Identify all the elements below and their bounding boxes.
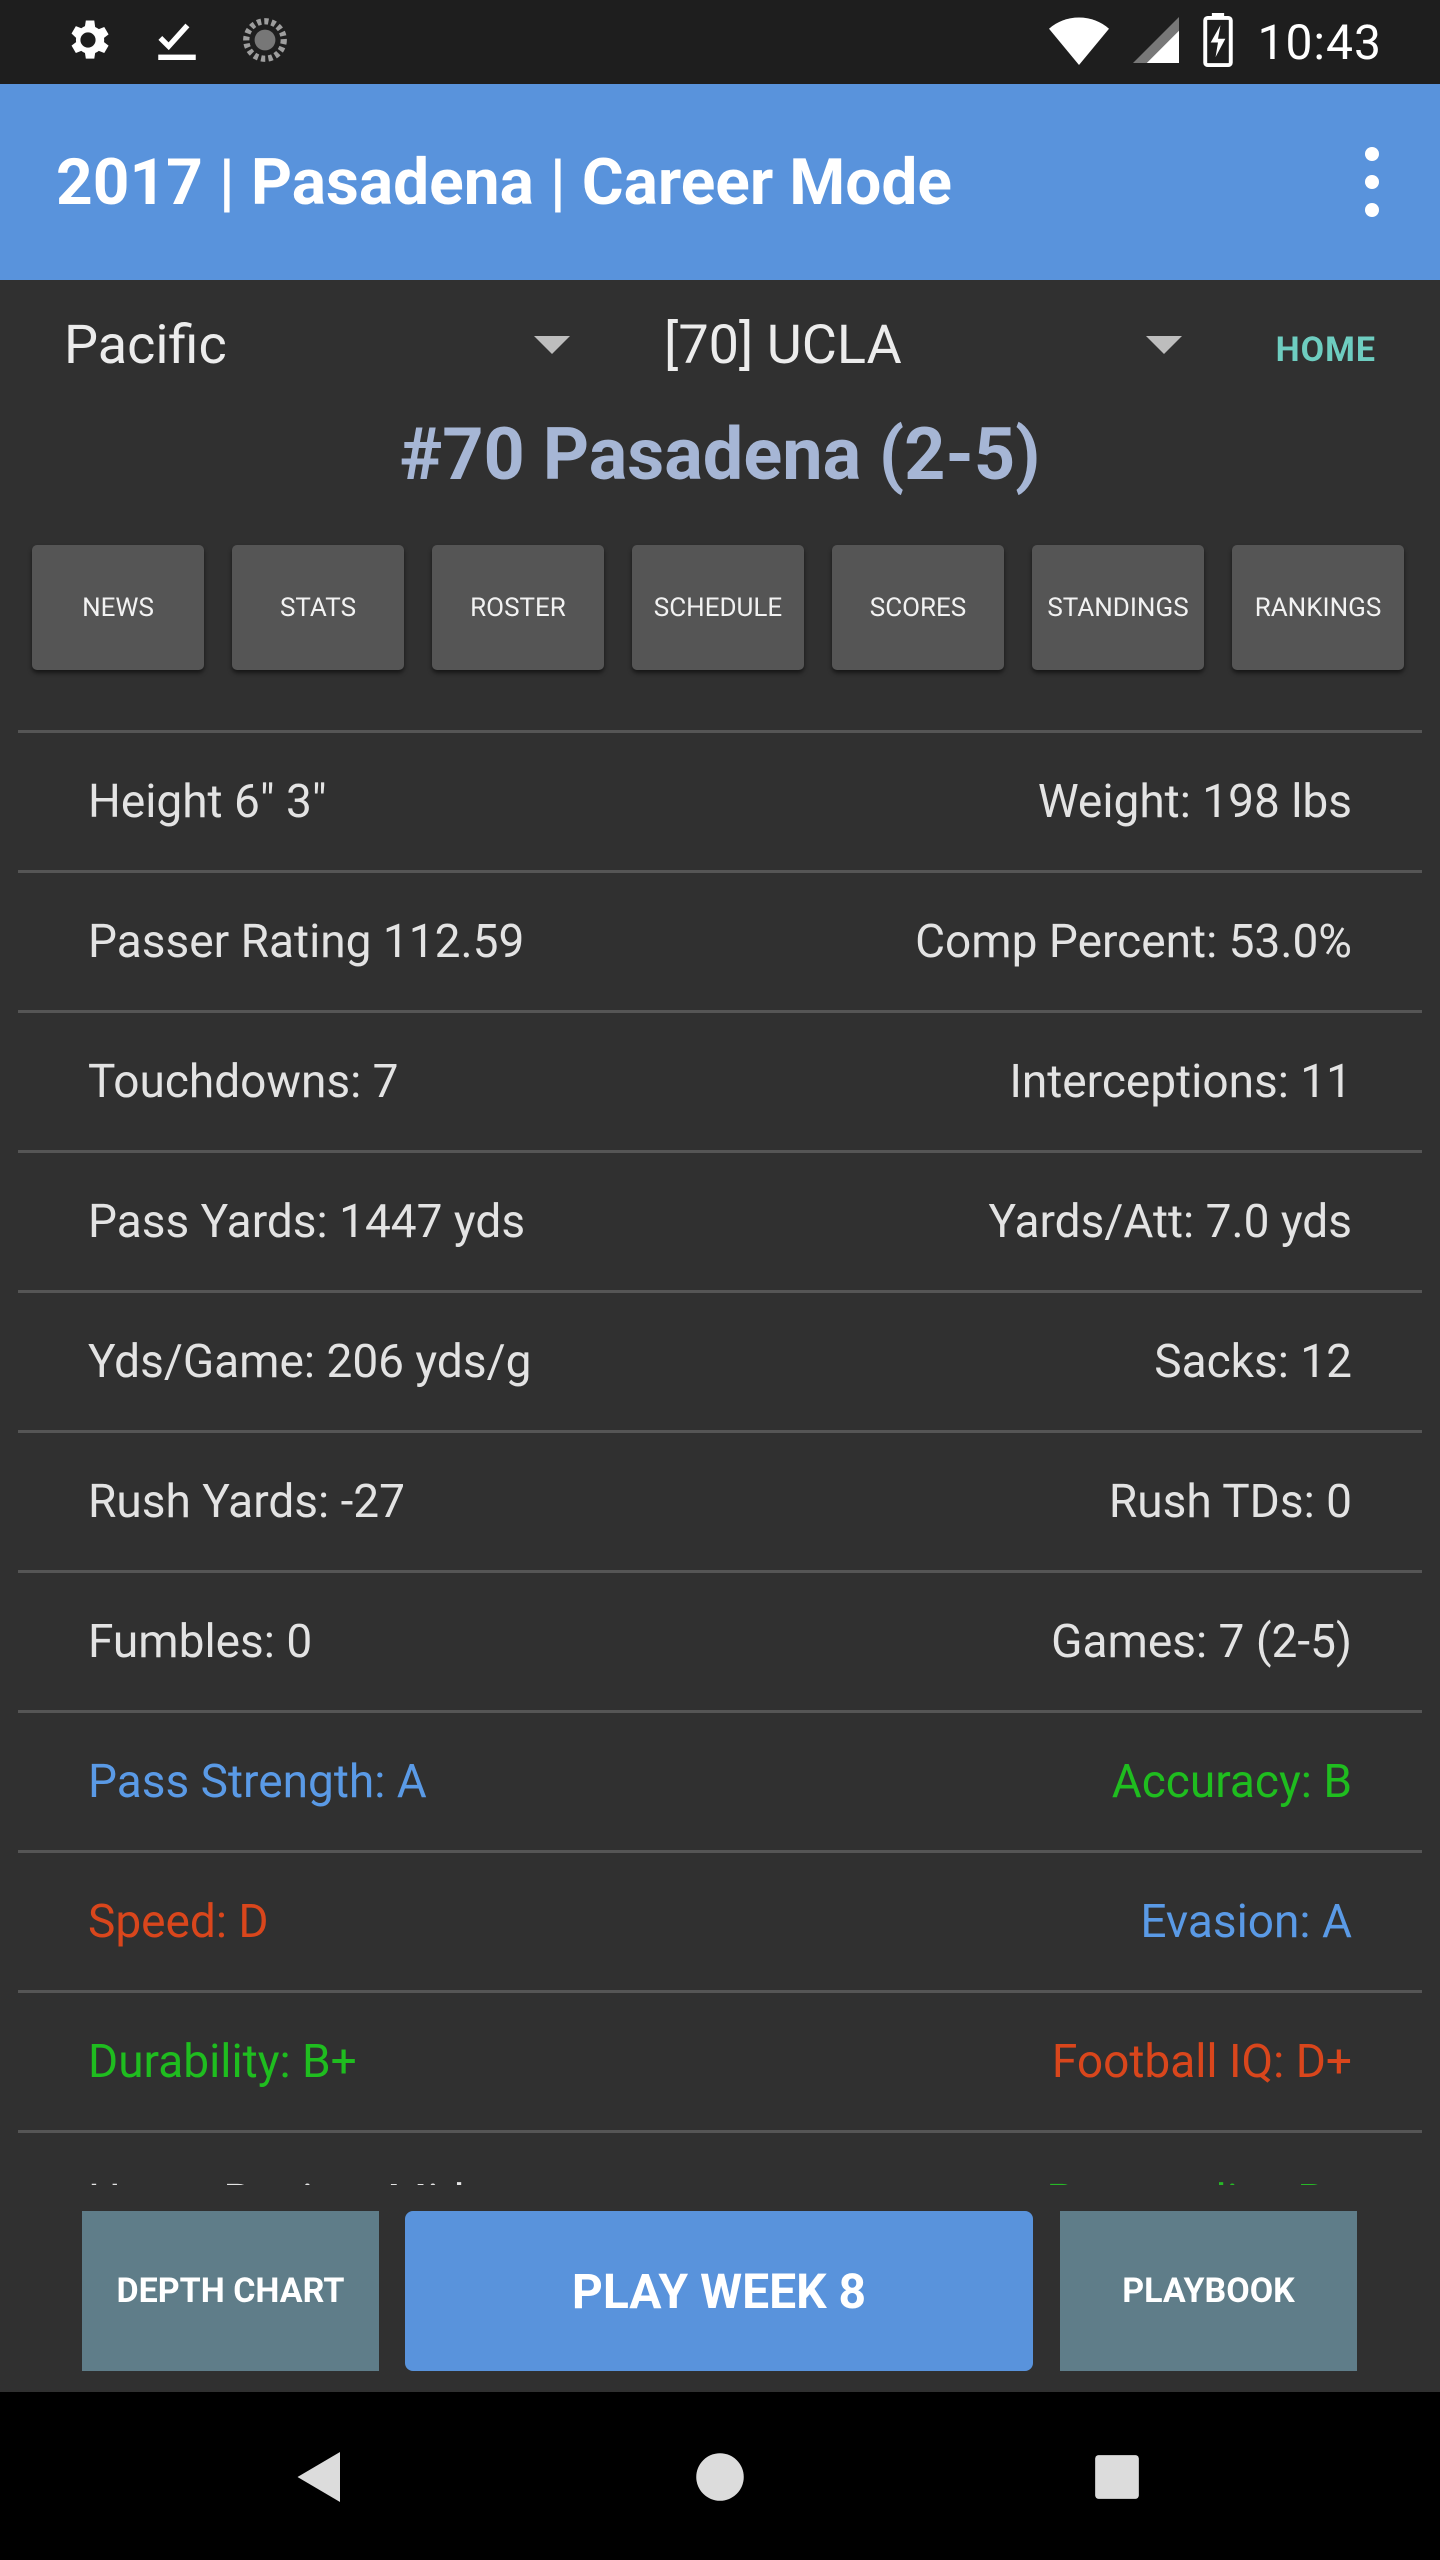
stat-games: Games: 7 (2-5) bbox=[1051, 1614, 1352, 1669]
system-nav-bar bbox=[0, 2392, 1440, 2560]
list-item: Pass Yards: 1447 yds Yards/Att: 7.0 yds bbox=[18, 1153, 1422, 1293]
stat-rush-yards: Rush Yards: -27 bbox=[88, 1474, 406, 1529]
stat-weight: Weight: 198 lbs bbox=[1037, 774, 1352, 829]
gear-icon bbox=[62, 14, 114, 70]
depth-chart-button[interactable]: DEPTH CHART bbox=[82, 2211, 379, 2371]
list-item: Home Region: Midwest Personality: B+ bbox=[18, 2133, 1422, 2189]
rating-pass-strength: Pass Strength: A bbox=[88, 1754, 427, 1809]
player-stats-list[interactable]: Height 6" 3" Weight: 198 lbs Passer Rati… bbox=[18, 730, 1422, 2188]
checkmark-download-icon bbox=[152, 15, 202, 69]
status-bar: 10:43 bbox=[0, 0, 1440, 84]
list-item: Rush Yards: -27 Rush TDs: 0 bbox=[18, 1433, 1422, 1573]
playbook-button[interactable]: PLAYBOOK bbox=[1060, 2211, 1357, 2371]
stat-sacks: Sacks: 12 bbox=[1154, 1334, 1352, 1389]
rating-accuracy: Accuracy: B bbox=[1111, 1754, 1352, 1809]
stat-rush-tds: Rush TDs: 0 bbox=[1108, 1474, 1352, 1529]
tab-scores[interactable]: SCORES bbox=[832, 545, 1004, 670]
list-item: Fumbles: 0 Games: 7 (2-5) bbox=[18, 1573, 1422, 1713]
stat-yards-per-att: Yards/Att: 7.0 yds bbox=[988, 1194, 1352, 1249]
play-week-button[interactable]: PLAY WEEK 8 bbox=[405, 2211, 1033, 2371]
list-item: Passer Rating 112.59 Comp Percent: 53.0% bbox=[18, 873, 1422, 1013]
bottom-action-bar: DEPTH CHART PLAY WEEK 8 PLAYBOOK bbox=[0, 2185, 1440, 2392]
rating-football-iq: Football IQ: D+ bbox=[1051, 2034, 1352, 2089]
list-item: Yds/Game: 206 yds/g Sacks: 12 bbox=[18, 1293, 1422, 1433]
list-item: Pass Strength: A Accuracy: B bbox=[18, 1713, 1422, 1853]
stat-comp-percent: Comp Percent: 53.0% bbox=[915, 914, 1352, 969]
stat-pass-yards: Pass Yards: 1447 yds bbox=[88, 1194, 526, 1249]
app-title: 2017 | Pasadena | Career Mode bbox=[56, 144, 952, 220]
tab-schedule[interactable]: SCHEDULE bbox=[632, 545, 804, 670]
team-header: #70 Pasadena (2-5) bbox=[399, 412, 1041, 497]
team-spinner[interactable]: [70] UCLA bbox=[664, 290, 1204, 400]
stat-yds-per-game: Yds/Game: 206 yds/g bbox=[88, 1334, 532, 1389]
list-item: Touchdowns: 7 Interceptions: 11 bbox=[18, 1013, 1422, 1153]
tab-news[interactable]: NEWS bbox=[32, 545, 204, 670]
stat-passer-rating: Passer Rating 112.59 bbox=[88, 914, 525, 969]
app-bar: 2017 | Pasadena | Career Mode bbox=[0, 84, 1440, 280]
sync-icon bbox=[240, 15, 290, 69]
conference-spinner[interactable]: Pacific bbox=[64, 290, 584, 400]
stat-height: Height 6" 3" bbox=[88, 774, 327, 829]
rating-evasion: Evasion: A bbox=[1140, 1894, 1352, 1949]
dropdown-arrow-icon bbox=[534, 336, 570, 354]
recents-icon[interactable] bbox=[1082, 2442, 1152, 2512]
stat-touchdowns: Touchdowns: 7 bbox=[88, 1054, 399, 1109]
tab-roster[interactable]: ROSTER bbox=[432, 545, 604, 670]
dropdown-arrow-icon bbox=[1146, 336, 1182, 354]
stat-interceptions: Interceptions: 11 bbox=[1009, 1054, 1352, 1109]
back-icon[interactable] bbox=[285, 2442, 355, 2512]
tab-bar: NEWS STATS ROSTER SCHEDULE SCORES STANDI… bbox=[32, 545, 1404, 670]
more-vert-icon[interactable] bbox=[1352, 132, 1392, 232]
stat-fumbles: Fumbles: 0 bbox=[88, 1614, 313, 1669]
list-item: Speed: D Evasion: A bbox=[18, 1853, 1422, 1993]
wifi-icon bbox=[1049, 15, 1110, 69]
tab-stats[interactable]: STATS bbox=[232, 545, 404, 670]
rating-durability: Durability: B+ bbox=[88, 2034, 357, 2089]
team-value: [70] UCLA bbox=[664, 313, 902, 377]
home-icon[interactable] bbox=[685, 2442, 755, 2512]
list-item: Height 6" 3" Weight: 198 lbs bbox=[18, 733, 1422, 873]
clock: 10:43 bbox=[1257, 13, 1382, 71]
battery-charging-icon bbox=[1203, 13, 1234, 71]
list-item: Durability: B+ Football IQ: D+ bbox=[18, 1993, 1422, 2133]
tab-rankings[interactable]: RANKINGS bbox=[1232, 545, 1404, 670]
conference-value: Pacific bbox=[64, 313, 227, 377]
tab-standings[interactable]: STANDINGS bbox=[1032, 545, 1204, 670]
rating-speed: Speed: D bbox=[88, 1894, 269, 1949]
signal-icon bbox=[1133, 15, 1180, 69]
home-button[interactable]: HOME bbox=[1276, 330, 1376, 370]
